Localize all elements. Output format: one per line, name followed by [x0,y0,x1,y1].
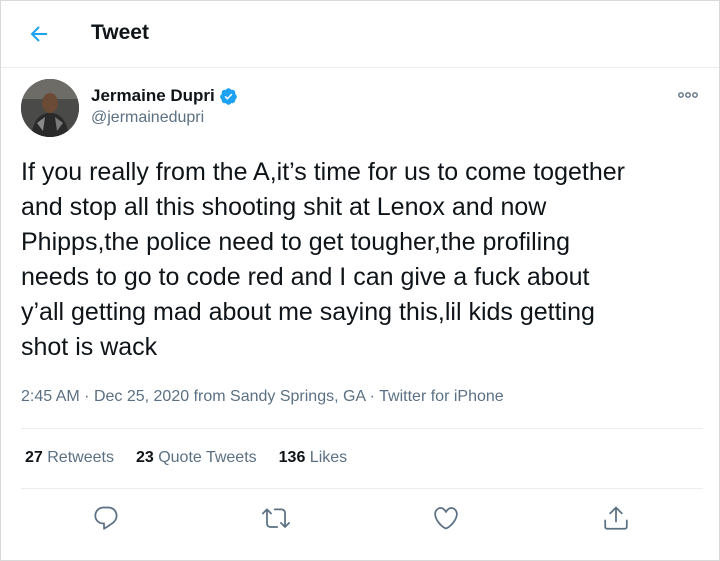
retweets-label: Retweets [47,449,114,466]
verified-badge-icon [219,87,237,105]
retweet-icon[interactable] [262,504,290,532]
page-title: Tweet [91,21,149,44]
likes-label: Likes [309,449,348,466]
quote-tweets-stat[interactable]: 23 Quote Tweets [136,449,257,467]
more-options-icon[interactable] [677,87,699,103]
tweet-meta: 2:45 AM · Dec 25, 2020 from Sandy Spring… [21,388,504,406]
display-name[interactable]: Jermaine Dupri [91,86,215,106]
divider [21,428,703,429]
likes-stat[interactable]: 136 Likes [279,449,348,467]
author-names: Jermaine Dupri @jermainedupri [91,86,238,127]
divider [21,488,703,489]
tweet-client[interactable]: Twitter for iPhone [379,388,504,405]
display-name-row: Jermaine Dupri [91,86,238,106]
tweet-page: Tweet Jermaine Dupri @jermainedupri If y… [0,0,720,561]
retweets-count: 27 [25,449,43,466]
reply-icon[interactable] [92,504,120,532]
tweet-location: from Sandy Springs, GA [193,388,366,405]
tweet-time[interactable]: 2:45 AM [21,388,80,405]
author-block: Jermaine Dupri @jermainedupri [21,79,238,137]
action-bar [1,504,719,534]
like-icon[interactable] [432,504,460,532]
quote-tweets-count: 23 [135,449,154,466]
tweet-text: If you really from the A,it’s time for u… [21,158,625,361]
header-bar: Tweet [1,1,719,68]
meta-separator: · [369,388,375,405]
arrow-left-icon[interactable] [27,22,51,46]
tweet-stats: 27 Retweets 23 Quote Tweets 136 Likes [25,449,369,467]
share-icon[interactable] [602,504,630,532]
meta-separator: · [84,388,90,405]
tweet-date[interactable]: Dec 25, 2020 [94,388,189,405]
quote-tweets-label: Quote Tweets [158,449,257,466]
likes-count: 136 [278,449,306,466]
retweets-stat[interactable]: 27 Retweets [25,449,114,467]
avatar[interactable] [21,79,79,137]
user-handle[interactable]: @jermainedupri [91,109,238,127]
